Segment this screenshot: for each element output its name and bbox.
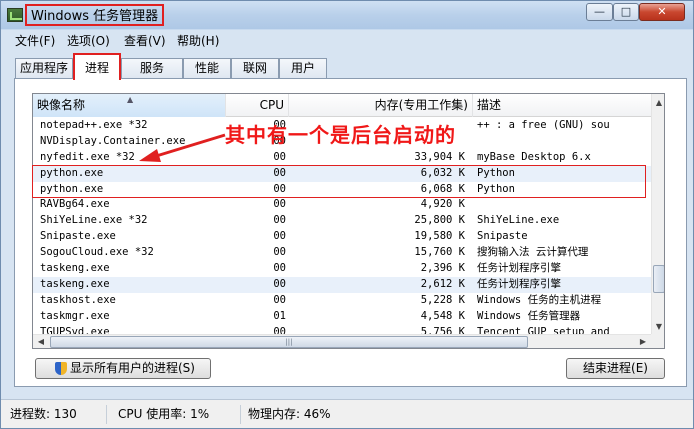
title-bar[interactable]: Windows 任务管理器 — □ ✕ [1,1,693,29]
table-row[interactable]: RAVBg64.exe 00 4,920 K [33,197,651,213]
cell-cpu: 01 [273,309,286,322]
list-header: ▲ 映像名称 CPU 内存(专用工作集) 描述 [33,94,651,117]
menu-help[interactable]: 帮助(H) [177,33,219,49]
status-process-count: 进程数: 130 [7,405,107,424]
maximize-button[interactable]: □ [613,3,639,21]
vertical-scrollbar[interactable]: ▲ ▼ [651,94,664,335]
column-image-name-label: 映像名称 [37,98,86,112]
cell-description: Snipaste [477,230,528,243]
sort-up-icon: ▲ [127,95,134,104]
cell-name: RAVBg64.exe [40,198,110,211]
scroll-left-icon[interactable]: ◀ [33,335,49,348]
window-title: Windows 任务管理器 [25,4,165,26]
cell-cpu: 00 [273,214,286,227]
close-button[interactable]: ✕ [639,3,685,21]
tab-performance[interactable]: 性能 [183,58,231,78]
cell-description: Windows 任务管理器 [477,309,581,322]
cell-memory: 4,920 K [420,198,465,211]
cell-name: taskmgr.exe [40,309,110,322]
python-highlight-box [32,165,646,198]
uac-shield-icon [55,362,67,375]
cell-memory: 4,548 K [420,309,465,322]
cell-memory: 25,800 K [414,214,465,227]
process-rows: notepad++.exe *32 00 ++ : a free (GNU) sou… [33,118,651,340]
cell-description: myBase Desktop 6.x [477,150,591,163]
status-bar: 进程数: 130 CPU 使用率: 1% 物理内存: 46% [1,399,693,428]
menu-bar: 文件(F) 选项(O) 查看(V) 帮助(H) [1,31,693,51]
cell-name: SogouCloud.exe *32 [40,246,154,259]
menu-options[interactable]: 选项(O) [67,33,110,49]
cell-memory: 5,228 K [420,293,465,306]
cell-memory: 19,580 K [414,230,465,243]
cell-cpu: 00 [273,262,286,275]
table-row[interactable]: Snipaste.exe 00 19,580 K Snipaste [33,229,651,245]
column-cpu[interactable]: CPU [226,94,289,117]
cell-memory: 2,612 K [420,277,465,290]
cell-cpu: 00 [273,150,286,163]
menu-view[interactable]: 查看(V) [124,33,166,49]
end-process-button[interactable]: 结束进程(E) [566,358,665,379]
vertical-scroll-thumb[interactable] [653,265,664,293]
menu-file[interactable]: 文件(F) [15,33,55,49]
cell-name: taskeng.exe [40,277,110,290]
table-row[interactable]: taskeng.exe 00 2,612 K 任务计划程序引擎 [33,276,651,293]
cell-memory: 33,904 K [414,150,465,163]
cell-cpu: 00 [273,230,286,243]
table-row[interactable]: nyfedit.exe *32 00 33,904 KmyBase Desktop … [33,150,651,166]
cell-cpu: 00 [273,293,286,306]
cell-memory: 15,760 K [414,246,465,259]
tab-users[interactable]: 用户 [279,58,327,78]
cell-description: 任务计划程序引擎 [477,277,561,290]
table-row[interactable]: taskhost.exe 00 5,228 K Windows 任务的主机进程 [33,293,651,309]
cell-memory: 2,396 K [420,262,465,275]
task-manager-window: Windows 任务管理器 — □ ✕ 文件(F) 选项(O) 查看(V) 帮助… [0,0,694,429]
minimize-button[interactable]: — [586,3,613,21]
cell-description: ++ : a free (GNU) sou [477,119,610,131]
column-description[interactable]: 描述 [473,94,651,117]
cell-description: ShiYeLine.exe [477,214,560,227]
table-row[interactable]: taskeng.exe 00 2,396 K 任务计划程序引擎 [33,261,651,277]
column-image-name[interactable]: ▲ 映像名称 [33,94,226,117]
scroll-down-icon[interactable]: ▼ [652,318,664,335]
scroll-corner [651,334,664,348]
status-physical-memory: 物理内存: 46% [248,407,331,421]
annotation-arrow-icon [139,133,226,162]
cell-name: taskhost.exe [40,293,116,306]
table-row[interactable]: ShiYeLine.exe *32 00 25,800 K ShiYeLine.exe [33,213,651,229]
cell-name: taskeng.exe [40,262,110,275]
tab-networking[interactable]: 联网 [231,58,279,78]
cell-description: 任务计划程序引擎 [477,262,561,275]
table-row[interactable]: SogouCloud.exe *32 00 15,760 K 搜狗输入法 云计算代理 [33,245,651,261]
cell-description: 搜狗输入法 云计算代理 [477,246,589,259]
cell-cpu: 00 [273,277,286,290]
column-memory[interactable]: 内存(专用工作集) [289,94,473,117]
tab-applications[interactable]: 应用程序 [15,58,73,78]
table-row[interactable]: taskmgr.exe 01 4,548 K Windows 任务管理器 [33,309,651,325]
cell-description: Windows 任务的主机进程 [477,293,602,306]
cell-cpu: 00 [273,246,286,259]
tab-services[interactable]: 服务 [121,58,183,78]
horizontal-scroll-thumb[interactable]: ||| [50,336,528,348]
cell-cpu: 00 [273,198,286,211]
status-cpu-usage: CPU 使用率: 1% [115,405,241,424]
task-manager-icon [7,8,23,22]
tab-processes[interactable]: 进程 [73,53,121,80]
annotation-text: 其中有一个是后台启动的 [225,123,456,147]
cell-name: Snipaste.exe [40,230,116,243]
horizontal-scrollbar[interactable]: ◀ ||| ▶ [33,334,651,348]
cell-name: ShiYeLine.exe *32 [40,214,148,227]
scroll-right-icon[interactable]: ▶ [635,335,651,348]
show-all-users-processes-label: 显示所有用户的进程(S) [70,361,195,375]
scroll-up-icon[interactable]: ▲ [652,94,664,111]
